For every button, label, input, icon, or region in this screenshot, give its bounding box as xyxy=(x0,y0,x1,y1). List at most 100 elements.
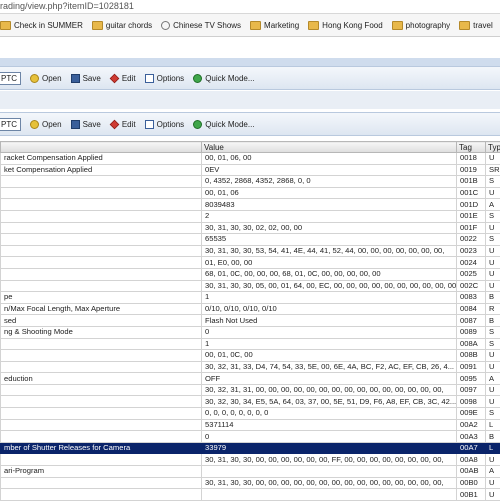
open-button[interactable]: Open xyxy=(30,74,62,83)
column-header-type[interactable]: Type xyxy=(486,142,500,153)
edit-button[interactable]: Edit xyxy=(110,74,136,83)
cell-name xyxy=(1,384,202,396)
table-row[interactable]: mber of Shutter Releases for Camera33979… xyxy=(1,442,500,454)
cell-value: 1 xyxy=(202,292,457,304)
table-row[interactable]: 30, 32, 31, 33, D4, 74, 54, 33, 5E, 00, … xyxy=(1,361,500,373)
cell-type: L xyxy=(486,442,500,454)
table-row[interactable]: ari-Program00ABA xyxy=(1,466,500,478)
cell-value: 1 xyxy=(202,338,457,350)
bookmark-chinese-tv-shows[interactable]: Chinese TV Shows xyxy=(161,21,241,30)
cell-tag: 00B0 xyxy=(457,477,486,489)
table-row[interactable]: 68, 01, 0C, 00, 00, 00, 68, 01, 0C, 00, … xyxy=(1,268,500,280)
quick-mode-button[interactable]: Quick Mode... xyxy=(193,120,254,129)
cell-tag: 0024 xyxy=(457,257,486,269)
table-row[interactable]: 30, 32, 31, 31, 00, 00, 00, 00, 00, 00, … xyxy=(1,384,500,396)
bookmark-check-in-summer[interactable]: Check in SUMMER xyxy=(0,21,83,30)
options-button[interactable]: Options xyxy=(145,74,185,83)
bookmark-hong-kong-food[interactable]: Hong Kong Food xyxy=(308,21,383,30)
table-row[interactable]: 000A3B xyxy=(1,431,500,443)
cell-name xyxy=(1,396,202,408)
bookmark-travel[interactable]: travel xyxy=(459,21,493,30)
toolbar-top: PTC Open Save Edit Options Quick Mode... xyxy=(0,66,500,90)
edit-icon xyxy=(110,119,120,129)
cell-tag: 001E xyxy=(457,210,486,222)
cell-name: n/Max Focal Length, Max Aperture xyxy=(1,303,202,315)
table-row[interactable]: 30, 31, 30, 30, 00, 00, 00, 00, 00, 00, … xyxy=(1,454,500,466)
column-header-value[interactable]: Value xyxy=(202,142,457,153)
cell-name: ari-Program xyxy=(1,466,202,478)
ptc-button[interactable]: PTC xyxy=(0,118,21,131)
table-row[interactable]: 8039483001DA xyxy=(1,199,500,211)
cell-name xyxy=(1,245,202,257)
save-button[interactable]: Save xyxy=(71,74,101,83)
cell-tag: 0089 xyxy=(457,326,486,338)
cell-tag: 0091 xyxy=(457,361,486,373)
column-header-tag[interactable]: Tag xyxy=(457,142,486,153)
cell-value: 30, 31, 30, 30, 02, 02, 00, 00 xyxy=(202,222,457,234)
table-row[interactable]: eductionOFF0095A xyxy=(1,373,500,385)
edit-button[interactable]: Edit xyxy=(110,120,136,129)
cell-tag: 00A8 xyxy=(457,454,486,466)
table-row[interactable]: 01, E0, 00, 000024U xyxy=(1,257,500,269)
cell-name: ket Compensation Applied xyxy=(1,164,202,176)
cell-name: pe xyxy=(1,292,202,304)
table-row[interactable]: 00B1U xyxy=(1,489,500,501)
cell-name xyxy=(1,257,202,269)
bookmark-guitar-chords[interactable]: guitar chords xyxy=(92,21,152,30)
folder-icon xyxy=(392,21,403,30)
quick-mode-button[interactable]: Quick Mode... xyxy=(193,74,254,83)
folder-icon xyxy=(459,21,470,30)
table-row[interactable]: 30, 31, 30, 30, 05, 00, 01, 64, 00, EC, … xyxy=(1,280,500,292)
cell-value: 30, 31, 30, 30, 53, 54, 41, 4E, 44, 41, … xyxy=(202,245,457,257)
cell-tag: 0087 xyxy=(457,315,486,327)
ptc-button[interactable]: PTC xyxy=(0,72,21,85)
table-row[interactable]: pe10083B xyxy=(1,292,500,304)
table-row[interactable]: 537111400A2L xyxy=(1,419,500,431)
cell-value: 30, 32, 30, 34, E5, 5A, 64, 03, 37, 00, … xyxy=(202,396,457,408)
address-bar[interactable]: rading/view.php?itemID=1028181 xyxy=(0,0,500,14)
table-row[interactable]: ng & Shooting Mode00089S xyxy=(1,326,500,338)
table-row[interactable]: 30, 31, 30, 30, 53, 54, 41, 4E, 44, 41, … xyxy=(1,245,500,257)
table-row[interactable]: sedFlash Not Used0087B xyxy=(1,315,500,327)
bookmark-photography[interactable]: photography xyxy=(392,21,450,30)
cell-value: 0EV xyxy=(202,164,457,176)
table-row[interactable]: 655350022S xyxy=(1,234,500,246)
cell-tag: 00A7 xyxy=(457,442,486,454)
table-row[interactable]: 00, 01, 06001CU xyxy=(1,187,500,199)
cell-name xyxy=(1,431,202,443)
table-row[interactable]: 1008AS xyxy=(1,338,500,350)
cell-value: 0 xyxy=(202,431,457,443)
cell-name xyxy=(1,350,202,362)
table-row[interactable]: n/Max Focal Length, Max Aperture0/10, 0/… xyxy=(1,303,500,315)
table-row[interactable]: racket Compensation Applied00, 01, 06, 0… xyxy=(1,153,500,165)
open-button[interactable]: Open xyxy=(30,120,62,129)
quick-mode-icon xyxy=(193,74,202,83)
cell-value: 65535 xyxy=(202,234,457,246)
table-row[interactable]: ket Compensation Applied0EV0019SR xyxy=(1,164,500,176)
cell-type: S xyxy=(486,176,500,188)
bookmark-marketing[interactable]: Marketing xyxy=(250,21,299,30)
cell-value: 0, 4352, 2868, 4352, 2868, 0, 0 xyxy=(202,176,457,188)
table-row[interactable]: 00, 01, 0C, 00008BU xyxy=(1,350,500,362)
url-text[interactable]: rading/view.php?itemID=1028181 xyxy=(0,1,134,11)
options-button[interactable]: Options xyxy=(145,120,185,129)
table-row[interactable]: 2001ES xyxy=(1,210,500,222)
column-header-name[interactable] xyxy=(1,142,202,153)
bookmarks-bar: Check in SUMMER guitar chords Chinese TV… xyxy=(0,14,500,37)
cell-value: 0 xyxy=(202,326,457,338)
cell-type: SR xyxy=(486,164,500,176)
table-row[interactable]: 30, 32, 30, 34, E5, 5A, 64, 03, 37, 00, … xyxy=(1,396,500,408)
table-row[interactable]: 30, 31, 30, 30, 00, 00, 00, 00, 00, 00, … xyxy=(1,477,500,489)
cell-value: 30, 32, 31, 31, 00, 00, 00, 00, 00, 00, … xyxy=(202,384,457,396)
cell-tag: 009E xyxy=(457,408,486,420)
table-row[interactable]: 0, 0, 0, 0, 0, 0, 0, 0009ES xyxy=(1,408,500,420)
save-button[interactable]: Save xyxy=(71,120,101,129)
cell-value: 2 xyxy=(202,210,457,222)
table-row[interactable]: 0, 4352, 2868, 4352, 2868, 0, 0001BS xyxy=(1,176,500,188)
table-row[interactable]: 30, 31, 30, 30, 02, 02, 00, 00001FU xyxy=(1,222,500,234)
cell-name xyxy=(1,419,202,431)
cell-tag: 001C xyxy=(457,187,486,199)
cell-type: U xyxy=(486,268,500,280)
exif-table: Value Tag Type racket Compensation Appli… xyxy=(0,141,500,501)
folder-icon xyxy=(308,21,319,30)
